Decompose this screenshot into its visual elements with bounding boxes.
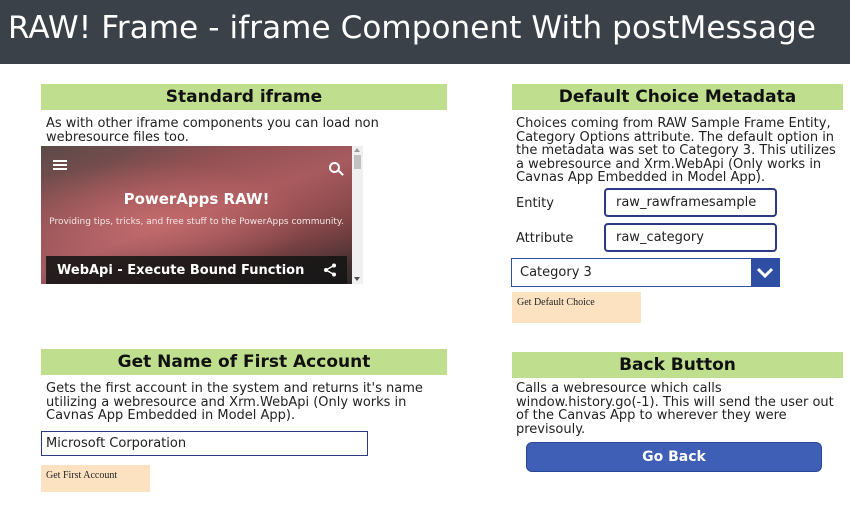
standard-iframe-header: Standard iframe (41, 84, 447, 110)
scroll-down-icon[interactable] (354, 277, 360, 281)
title-bar: RAW! Frame - iframe Component With postM… (0, 0, 850, 64)
scroll-up-icon[interactable] (354, 148, 360, 152)
iframe-hero-image: PowerApps RAW! Providing tips, tricks, a… (41, 146, 352, 284)
dropdown-toggle[interactable] (751, 259, 779, 286)
page-title: RAW! Frame - iframe Component With postM… (8, 10, 817, 46)
attribute-label: Attribute (516, 231, 574, 246)
iframe-preview[interactable]: PowerApps RAW! Providing tips, tricks, a… (41, 146, 363, 284)
first-account-description: Gets the first account in the system and… (46, 381, 423, 423)
back-button-description: Calls a webresource which calls window.h… (516, 381, 834, 437)
account-name-field[interactable]: Microsoft Corporation (41, 431, 368, 456)
standard-iframe-description: As with other iframe components you can … (46, 116, 379, 145)
entity-label: Entity (516, 196, 554, 211)
get-default-choice-button[interactable]: Get Default Choice (512, 292, 641, 323)
back-button-header: Back Button (512, 352, 843, 378)
share-icon[interactable] (323, 263, 337, 277)
first-account-header: Get Name of First Account (41, 349, 447, 375)
iframe-post-title: WebApi - Execute Bound Function (57, 263, 305, 278)
iframe-site-title: PowerApps RAW! (123, 190, 270, 208)
dropdown-selected-value: Category 3 (520, 265, 592, 280)
iframe-scrollbar[interactable] (352, 146, 363, 284)
attribute-field[interactable]: raw_category (604, 223, 777, 252)
get-first-account-button[interactable]: Get First Account (41, 465, 150, 492)
default-choice-description: Choices coming from RAW Sample Frame Ent… (516, 116, 836, 185)
iframe-post-bar[interactable]: WebApi - Execute Bound Function (46, 256, 347, 284)
category-dropdown[interactable]: Category 3 (511, 258, 780, 287)
scroll-thumb[interactable] (354, 155, 361, 169)
iframe-site-subtitle: Providing tips, tricks, and free stuff t… (49, 217, 344, 227)
chevron-down-icon (756, 267, 774, 279)
search-icon[interactable] (329, 162, 340, 173)
default-choice-header: Default Choice Metadata (512, 84, 843, 110)
menu-icon[interactable] (53, 160, 67, 170)
entity-field[interactable]: raw_rawframesample (604, 188, 777, 217)
go-back-button[interactable]: Go Back (526, 442, 822, 472)
